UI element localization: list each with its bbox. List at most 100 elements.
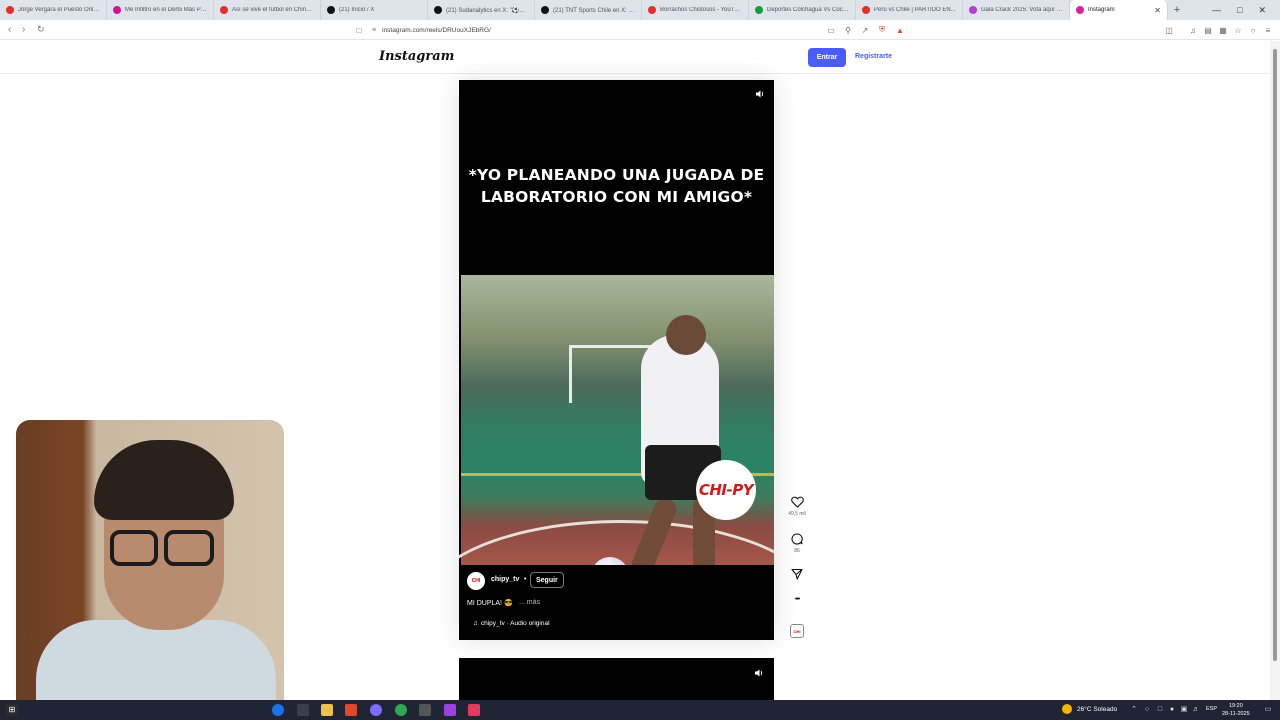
start-icon[interactable]: ⊞ [6,704,18,716]
tab-favicon-icon [327,6,335,14]
instagram-logo[interactable]: Instagram [379,49,454,64]
browser-tab[interactable]: Deportes Colchagua Vs Coco Co... [749,0,856,20]
caption-more-link[interactable]: ... más [519,599,540,606]
forward-icon[interactable]: › [22,24,25,35]
app-icon[interactable] [370,704,382,716]
app-icon[interactable] [395,704,407,716]
tray-icon[interactable]: □ [1156,706,1164,714]
clock-time: 19:20 [1228,703,1243,709]
scrollbar-thumb[interactable] [1273,49,1277,661]
browser-tab[interactable]: Instagram ✕ [1070,0,1168,20]
file-explorer-icon[interactable] [321,704,333,716]
browser-toolbar: ‹ › ↻ □ ≡ instagram.com/reels/DRUouXJEbR… [0,20,1280,40]
tab-title: Deportes Colchagua Vs Coco Co... [767,7,849,13]
language-indicator[interactable]: ESP [1206,706,1217,712]
browser-tab-strip: Jorge Vergara el Puesto Onlaco... Me Infi… [0,0,1280,20]
browser-tab[interactable]: Jorge Vergara el Puesto Onlaco... [0,0,107,20]
chrome-icon[interactable] [272,704,284,716]
new-tab-button[interactable]: + [1168,0,1186,20]
comment-icon[interactable] [791,533,803,545]
tab-title: (21) Sudanalytics en X: "⚽... [446,7,525,14]
author-name[interactable]: chipy_tv [491,576,519,583]
glasses-lens [164,530,214,566]
browser-tab[interactable]: Gala Crack 2025: Vota aquí po... [963,0,1070,20]
tab-favicon-icon [220,6,228,14]
tab-title: Así se vive el fútbol en China - ... [232,7,314,13]
browser-tab[interactable]: Perú vs Chile | PARTIDO EN... [856,0,963,20]
page-scrollbar[interactable] [1270,41,1280,700]
speaker-icon[interactable] [754,88,766,100]
extensions-icon[interactable]: ▦ [1218,25,1228,35]
tab-title: Instagram [1088,7,1115,13]
brand-sticker: CHI-PY [696,460,756,520]
close-tab-icon[interactable]: ✕ [1154,6,1161,15]
task-view-icon[interactable] [297,704,309,716]
cast-icon[interactable]: ▭ [826,25,836,35]
chevron-up-icon[interactable]: ⌃ [1130,706,1138,714]
leo-icon[interactable]: ☆ [1233,25,1243,35]
tab-title: (21) Inicio / X [339,7,375,13]
maximize-icon[interactable]: □ [1237,5,1242,15]
back-icon[interactable]: ‹ [8,24,11,35]
tab-favicon-icon [541,6,549,14]
login-button[interactable]: Entrar [808,48,846,67]
tab-favicon-icon [648,6,656,14]
network-icon[interactable]: ▣ [1180,706,1188,714]
zoom-icon[interactable]: ⚲ [843,25,853,35]
video-overlay-text: *YO PLANEANDO UNA JUGADA DE LABORATORIO … [468,166,765,206]
app-icon[interactable] [444,704,456,716]
brave-icon[interactable] [345,704,357,716]
tab-title: Perú vs Chile | PARTIDO EN... [874,7,956,13]
reel-video[interactable]: *YO PLANEANDO UNA JUGADA DE LABORATORIO … [459,80,774,640]
sun-icon [1062,704,1072,714]
panel-icon[interactable]: ▤ [1203,25,1213,35]
speaker-icon[interactable] [754,665,764,683]
app-icon[interactable] [419,704,431,716]
comment-action[interactable]: 86 [788,533,806,554]
browser-tab[interactable]: (21) TNT Sports Chile en X: "😮... [535,0,642,20]
next-reel[interactable] [459,658,774,700]
reload-icon[interactable]: ↻ [37,24,45,35]
rewards-icon[interactable]: ▲ [895,25,905,35]
more-options-icon[interactable]: ••• [788,596,806,603]
tray-icon[interactable]: ○ [1143,706,1151,714]
browser-tab[interactable]: (21) Sudanalytics en X: "⚽... [428,0,535,20]
person-hair [94,440,234,520]
clock[interactable]: 19:20 28-11-2025 [1222,702,1250,718]
audio-link[interactable]: ♫ chipy_tv · Audio original [473,620,550,627]
music-icon[interactable]: ♫ [1188,25,1198,35]
signup-link[interactable]: Registrarte [855,53,892,60]
browser-tab[interactable]: (21) Inicio / X [321,0,428,20]
notification-icon[interactable]: ▭ [1264,706,1272,714]
shield-icon[interactable]: ⛨ [877,25,887,35]
microphone-icon[interactable]: ● [1168,706,1176,714]
like-count: 49,5 mil [788,511,806,517]
share-action[interactable] [788,568,806,580]
sidebar-icon[interactable]: ◫ [1164,25,1174,35]
browser-tab[interactable]: Borrachos Chistosos - YouTube [642,0,749,20]
audio-thumbnail[interactable]: CHI [790,624,804,638]
browser-tab[interactable]: Me Infiltro en el Derbi Más Pe... [107,0,214,20]
browser-tab[interactable]: Así se vive el fútbol en China - ... [214,0,321,20]
avatar-logo: CHI [471,578,481,584]
follow-button[interactable]: Seguir [530,572,564,588]
tab-title: Jorge Vergara el Puesto Onlaco... [18,7,100,13]
site-settings-icon[interactable]: ≡ [372,27,376,34]
avatar[interactable]: CHI [467,572,485,590]
like-action[interactable]: 49,5 mil [788,496,806,517]
reel-caption: MI DUPLA! 😎 [467,600,513,607]
app-icon[interactable] [468,704,480,716]
reel-info: CHI chipy_tv • Seguir MI DUPLA! 😎 ... má… [459,565,774,640]
share-icon[interactable]: ↗ [860,25,870,35]
heart-icon[interactable] [790,496,804,508]
wallet-icon[interactable]: ○ [1248,25,1258,35]
url-text[interactable]: instagram.com/reels/DRUouXJEbRG/ [382,27,491,34]
window-controls: — □ ✕ [1212,0,1280,20]
instagram-header: Instagram Entrar Registrarte [0,41,1270,74]
send-icon[interactable] [791,568,803,580]
weather-widget[interactable]: 26°C Soleado [1062,704,1117,714]
close-window-icon[interactable]: ✕ [1258,5,1266,16]
minimize-icon[interactable]: — [1212,5,1221,15]
menu-icon[interactable]: ≡ [1263,25,1273,35]
volume-icon[interactable]: ♬ [1192,706,1200,714]
